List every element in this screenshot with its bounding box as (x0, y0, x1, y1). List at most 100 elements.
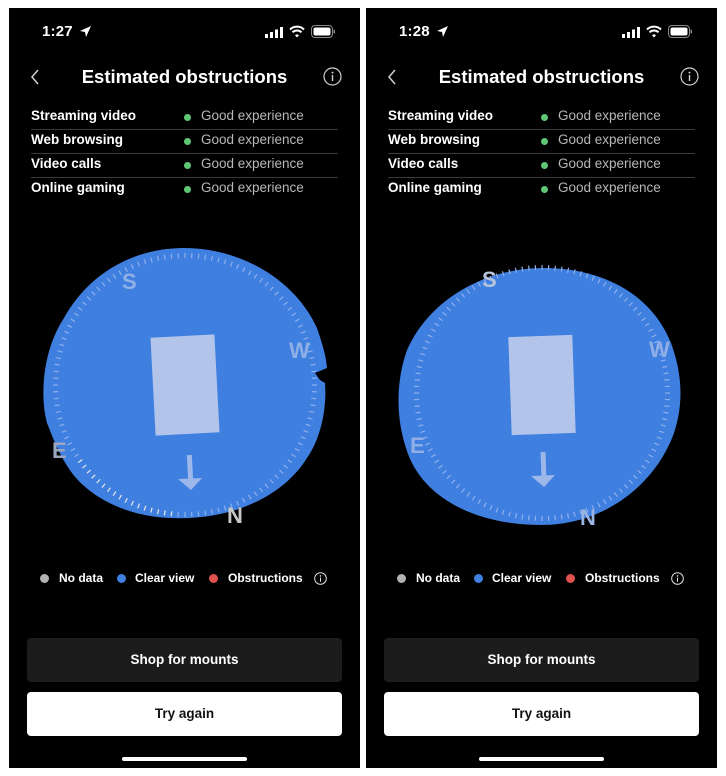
cellular-signal-icon (265, 27, 283, 38)
try-again-button[interactable]: Try again (384, 692, 699, 736)
compass-tick (163, 510, 166, 516)
location-arrow-icon (437, 26, 448, 37)
compass-tick (415, 411, 421, 414)
compass-label-n: N (580, 505, 596, 530)
compass-label-w: W (289, 338, 310, 363)
legend-dot-clear-view (117, 574, 126, 583)
legend-dot-clear-view (474, 574, 483, 583)
quality-status: Good experience (201, 156, 304, 171)
compass-label-e: E (410, 433, 425, 458)
compass-tick (311, 370, 317, 373)
quality-row-online-gaming: Online gaming Good experience (31, 178, 338, 201)
battery-icon (311, 25, 335, 38)
compass-tick (310, 363, 316, 366)
obstruction-map: S W E N (43, 248, 327, 528)
map-legend: No data Clear view Obstructions (366, 571, 717, 587)
compass-tick (528, 265, 530, 271)
compass-tick (163, 254, 166, 260)
quality-label: Online gaming (388, 180, 482, 195)
dish-icon (150, 334, 220, 436)
compass-tick (414, 405, 420, 407)
status-dot-good (541, 186, 548, 193)
compass-tick (560, 514, 563, 520)
quality-status: Good experience (201, 132, 304, 147)
legend-info-icon[interactable] (314, 572, 327, 585)
quality-label: Web browsing (31, 132, 124, 147)
compass-label-n: N (227, 503, 243, 528)
quality-row-web-browsing: Web browsing Good experience (388, 130, 695, 154)
compass-tick (521, 514, 524, 520)
shop-for-mounts-button[interactable]: Shop for mounts (27, 638, 342, 682)
status-dot-good (541, 114, 548, 121)
quality-row-video-calls: Video calls Good experience (388, 154, 695, 178)
legend-label-obstructions: Obstructions (585, 571, 660, 585)
status-dot-good (541, 138, 548, 145)
location-arrow-icon (80, 26, 91, 37)
status-bar: 1:27 (9, 22, 360, 44)
try-again-button[interactable]: Try again (27, 692, 342, 736)
quality-row-streaming: Streaming video Good experience (388, 106, 695, 130)
phone-screen-2: 1:28 Estimated obstructions Streaming vi… (366, 8, 717, 768)
compass-tick (204, 510, 207, 516)
dish-icon (508, 334, 576, 436)
wifi-icon (646, 25, 662, 38)
legend-label-clear-view: Clear view (492, 571, 552, 585)
phone-screen-1: 1:27 Estimated obstructions Streaming vi… (9, 8, 360, 768)
status-bar: 1:28 (366, 22, 717, 44)
status-time: 1:28 (399, 23, 430, 40)
quality-row-web-browsing: Web browsing Good experience (31, 130, 338, 154)
compass-tick (415, 372, 421, 375)
shop-for-mounts-button[interactable]: Shop for mounts (384, 638, 699, 682)
quality-label: Video calls (388, 156, 459, 171)
status-dot-good (184, 114, 191, 121)
compass-tick (528, 515, 530, 521)
nav-bar: Estimated obstructions (366, 64, 717, 92)
compass-tick (310, 404, 316, 407)
obstruction-map: S W E N (398, 265, 681, 530)
compass-label-e: E (52, 438, 67, 463)
compass-tick (53, 370, 59, 373)
compass-label-w: W (649, 337, 670, 362)
compass-tick (170, 511, 173, 517)
status-dot-good (184, 138, 191, 145)
quality-status: Good experience (558, 132, 661, 147)
experience-quality-list: Streaming video Good experience Web brow… (31, 106, 338, 201)
info-circle-icon[interactable] (680, 67, 699, 86)
compass-tick (197, 511, 200, 517)
legend-label-no-data: No data (416, 571, 461, 585)
legend-dot-no-data (397, 574, 406, 583)
compass-tick (54, 404, 60, 407)
compass-tick (663, 372, 669, 375)
compass-tick (664, 379, 670, 381)
legend-dot-obstructions (209, 574, 218, 583)
home-indicator (122, 757, 247, 761)
page-title: Estimated obstructions (438, 66, 645, 87)
legend-info-icon[interactable] (671, 572, 684, 585)
home-indicator (479, 757, 604, 761)
quality-row-video-calls: Video calls Good experience (31, 154, 338, 178)
quality-status: Good experience (558, 108, 661, 123)
battery-icon (668, 25, 692, 38)
quality-label: Video calls (31, 156, 102, 171)
quality-status: Good experience (201, 108, 304, 123)
quality-label: Streaming video (388, 108, 494, 123)
info-circle-icon[interactable] (323, 67, 342, 86)
compass-tick (53, 397, 59, 400)
quality-row-online-gaming: Online gaming Good experience (388, 178, 695, 201)
status-dot-good (184, 186, 191, 193)
compass-label-s: S (482, 267, 497, 292)
compass-tick (560, 266, 563, 272)
compass-tick (414, 379, 420, 381)
compass-tick (554, 515, 556, 521)
quality-status: Good experience (558, 156, 661, 171)
compass-tick (311, 397, 317, 400)
quality-label: Online gaming (31, 180, 125, 195)
legend-label-no-data: No data (59, 571, 104, 585)
map-legend: No data Clear view Obstructions (9, 571, 360, 587)
quality-status: Good experience (201, 180, 304, 195)
quality-status: Good experience (558, 180, 661, 195)
compass-label-s: S (122, 269, 137, 294)
quality-label: Web browsing (388, 132, 481, 147)
legend-dot-obstructions (566, 574, 575, 583)
wifi-icon (289, 25, 305, 38)
